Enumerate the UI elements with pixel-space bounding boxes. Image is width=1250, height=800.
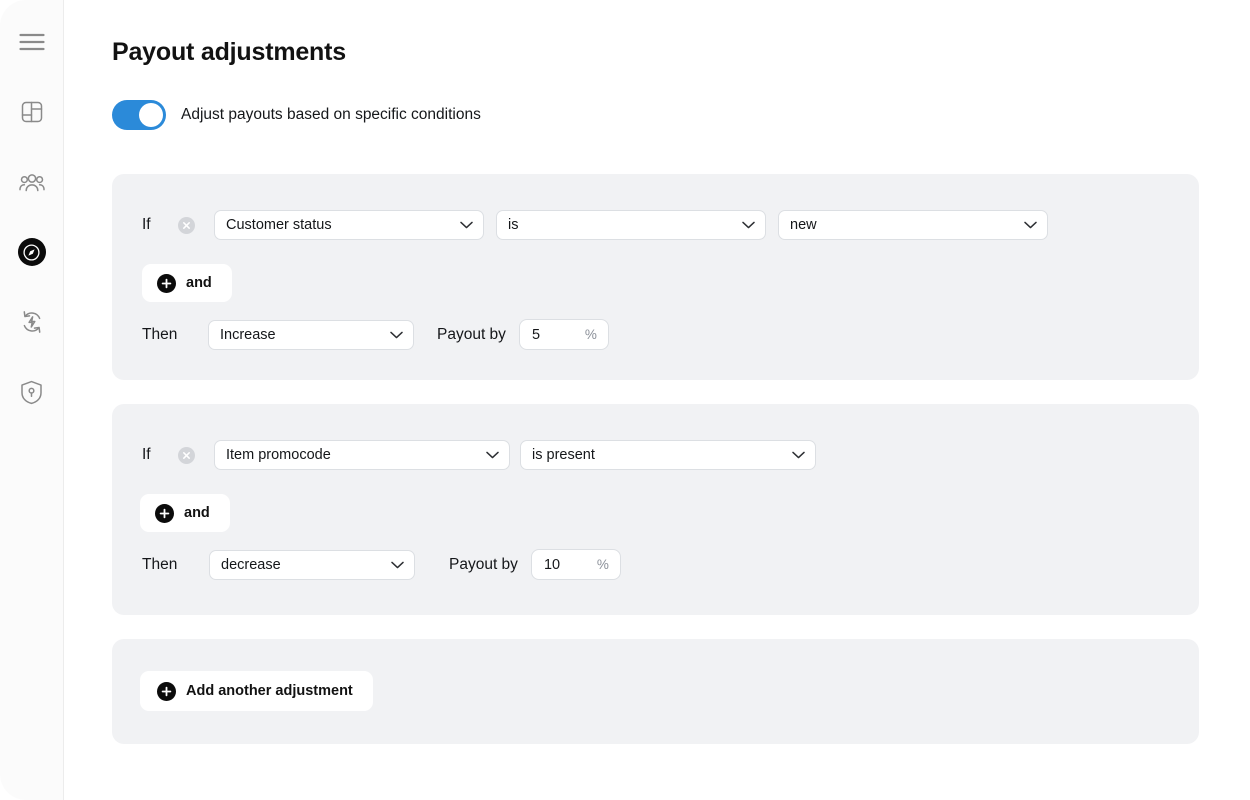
chevron-down-icon (390, 331, 403, 339)
then-label: Then (142, 556, 209, 574)
condition-field-select[interactable]: Item promocode (214, 440, 510, 470)
action-direction-select[interactable]: Increase (208, 320, 414, 350)
adjustment-rule-card: If Item promocode (112, 404, 1199, 615)
shield-lock-icon (20, 380, 43, 405)
payout-percent-input[interactable]: 5 % (519, 319, 609, 350)
add-and-condition-label: and (186, 275, 212, 291)
payout-percent-value: 10 (544, 557, 560, 573)
payout-percent-input[interactable]: 10 % (531, 549, 621, 580)
sidebar-item-explore[interactable] (10, 230, 54, 274)
sidebar-item-customers[interactable] (10, 160, 54, 204)
sidebar-item-automation[interactable] (10, 300, 54, 344)
if-label: If (142, 216, 178, 234)
compass-icon (18, 238, 46, 266)
payout-by-label: Payout by (437, 326, 506, 344)
plus-icon (155, 504, 174, 523)
payout-percent-value: 5 (532, 327, 540, 343)
remove-condition-button[interactable] (178, 447, 195, 464)
condition-field-value: Customer status (226, 217, 332, 233)
sidebar-item-menu[interactable] (10, 20, 54, 64)
then-label: Then (142, 326, 208, 344)
add-and-condition-label: and (184, 505, 210, 521)
adjust-payouts-toggle-label: Adjust payouts based on specific conditi… (181, 106, 481, 124)
main-content: Payout adjustments Adjust payouts based … (64, 0, 1250, 800)
percent-suffix: % (597, 557, 609, 572)
percent-suffix: % (585, 327, 597, 342)
condition-field-value: Item promocode (226, 447, 331, 463)
rule-condition-row: If Item promocode (142, 440, 816, 470)
condition-operator-value: is present (532, 447, 595, 463)
adjustment-rule-card: If Customer status (112, 174, 1199, 380)
condition-operator-select[interactable]: is (496, 210, 766, 240)
sidebar-rail (0, 0, 64, 800)
automation-icon (20, 310, 44, 334)
page-title: Payout adjustments (112, 38, 346, 67)
chevron-down-icon (1024, 221, 1037, 229)
sidebar-item-security[interactable] (10, 370, 54, 414)
menu-icon (19, 33, 45, 51)
chevron-down-icon (742, 221, 755, 229)
add-and-condition-button[interactable]: and (142, 264, 232, 302)
add-and-condition-button[interactable]: and (140, 494, 230, 532)
condition-value-value: new (790, 217, 817, 233)
adjust-payouts-toggle[interactable] (112, 100, 166, 130)
action-direction-value: decrease (221, 557, 281, 573)
chevron-down-icon (391, 561, 404, 569)
rule-action-row: Then decrease Payout by 10 % (142, 549, 621, 580)
rule-action-row: Then Increase Payout by 5 % (142, 319, 609, 350)
if-label: If (142, 446, 178, 464)
action-direction-value: Increase (220, 327, 276, 343)
chevron-down-icon (486, 451, 499, 459)
add-another-adjustment-label: Add another adjustment (186, 683, 353, 699)
dashboard-icon (20, 100, 44, 124)
people-icon (19, 171, 45, 193)
rule-condition-row: If Customer status (142, 210, 1048, 240)
add-adjustment-card: Add another adjustment (112, 639, 1199, 744)
chevron-down-icon (460, 221, 473, 229)
condition-value-select[interactable]: new (778, 210, 1048, 240)
action-direction-select[interactable]: decrease (209, 550, 415, 580)
condition-operator-select[interactable]: is present (520, 440, 816, 470)
payout-by-label: Payout by (449, 556, 518, 574)
toggle-knob (139, 103, 163, 127)
add-another-adjustment-button[interactable]: Add another adjustment (140, 671, 373, 711)
chevron-down-icon (792, 451, 805, 459)
app-window: Payout adjustments Adjust payouts based … (0, 0, 1250, 800)
plus-icon (157, 682, 176, 701)
plus-icon (157, 274, 176, 293)
adjust-payouts-toggle-row: Adjust payouts based on specific conditi… (112, 100, 481, 130)
sidebar-item-dashboard[interactable] (10, 90, 54, 134)
condition-field-select[interactable]: Customer status (214, 210, 484, 240)
remove-condition-button[interactable] (178, 217, 195, 234)
condition-operator-value: is (508, 217, 518, 233)
